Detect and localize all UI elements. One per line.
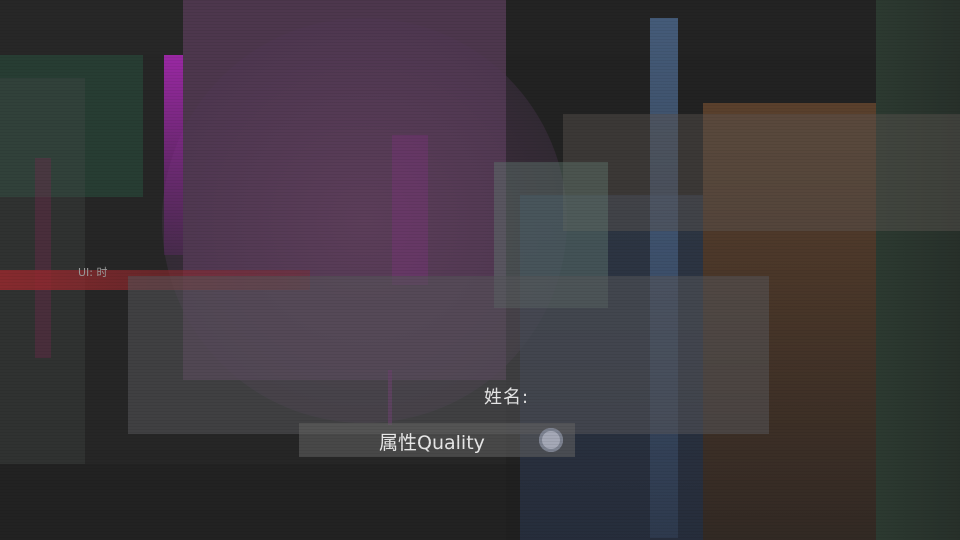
bg-thin-magenta-strip bbox=[35, 158, 51, 358]
ui-debug-tag: UI: 时 bbox=[78, 266, 108, 279]
name-label: 姓名: bbox=[484, 387, 530, 408]
quality-setting-row[interactable]: 属性Quality bbox=[299, 423, 575, 457]
bg-dark-bottom bbox=[0, 464, 520, 540]
dialog-panel bbox=[128, 276, 769, 434]
game-scene: UI: 时 姓名: 属性Quality bbox=[0, 0, 960, 540]
bg-teal-column bbox=[876, 0, 960, 540]
bg-magenta-bar bbox=[164, 55, 183, 255]
quality-label: 属性Quality bbox=[379, 432, 485, 454]
bg-magenta-inner-block bbox=[392, 135, 428, 285]
radio-circle-icon[interactable] bbox=[539, 428, 563, 452]
bg-grey-mid-band bbox=[563, 114, 960, 231]
